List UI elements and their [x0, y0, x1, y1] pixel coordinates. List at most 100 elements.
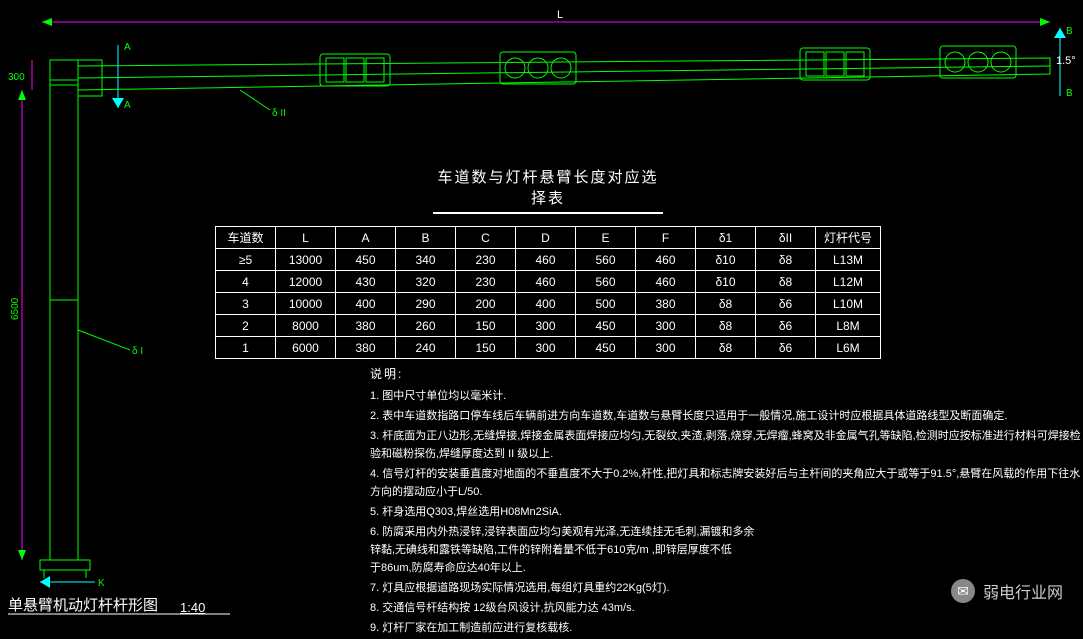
- table-header: L: [276, 227, 336, 249]
- table-cell: 8000: [276, 315, 336, 337]
- table-cell: 3: [216, 293, 276, 315]
- table-cell: L10M: [816, 293, 881, 315]
- table-cell: 6000: [276, 337, 336, 359]
- table-header: 车道数: [216, 227, 276, 249]
- table-row: 16000380240150300450300δ8δ6L6M: [216, 337, 881, 359]
- table-cell: 230: [456, 249, 516, 271]
- table-cell: δ6: [756, 293, 816, 315]
- note-item: 9. 灯杆厂家在加工制造前应进行复核载核.: [370, 619, 1083, 637]
- watermark-text: 弱电行业网: [983, 579, 1063, 603]
- signal-head-4: [940, 46, 1016, 78]
- note-item: 4. 信号灯杆的安装垂直度对地面的不垂直度不大于0.2%,杆性,把灯具和标志牌安…: [370, 465, 1083, 501]
- section-A-bot: A: [124, 100, 131, 111]
- table-cell: 380: [336, 337, 396, 359]
- table-title: 车道数与灯杆悬臂长度对应选择表: [433, 166, 663, 214]
- note-item: 1. 图中尺寸单位均以毫米计.: [370, 387, 1083, 405]
- table-cell: 400: [336, 293, 396, 315]
- delta1-label: δ I: [132, 346, 143, 357]
- table-cell: 150: [456, 315, 516, 337]
- table-header: δ1: [696, 227, 756, 249]
- table-header: δII: [756, 227, 816, 249]
- delta2-label: δ II: [272, 108, 286, 119]
- table-row: 28000380260150300450300δ8δ6L8M: [216, 315, 881, 337]
- table-cell: 10000: [276, 293, 336, 315]
- table-cell: δ8: [696, 315, 756, 337]
- table-cell: 460: [636, 249, 696, 271]
- dim-L: L: [557, 9, 563, 21]
- table-cell: 200: [456, 293, 516, 315]
- table-cell: L13M: [816, 249, 881, 271]
- signal-head-3: [800, 48, 870, 80]
- arm-angle: 1.5°: [1056, 55, 1076, 67]
- section-B-top: B: [1066, 26, 1073, 37]
- table-cell: 300: [516, 315, 576, 337]
- note-item: 2. 表中车道数指路口停车线后车辆前进方向车道数,车道数与悬臂长度只适用于一般情…: [370, 407, 1083, 425]
- table-cell: δ8: [756, 249, 816, 271]
- table-cell: 450: [576, 337, 636, 359]
- table-cell: δ8: [756, 271, 816, 293]
- table-cell: 500: [576, 293, 636, 315]
- table-cell: ≥5: [216, 249, 276, 271]
- table-cell: δ10: [696, 271, 756, 293]
- table-cell: 2: [216, 315, 276, 337]
- table-cell: 340: [396, 249, 456, 271]
- wechat-icon: ✉: [951, 579, 975, 603]
- table-row: ≥513000450340230460560460δ10δ8L13M: [216, 249, 881, 271]
- notes-title: 说明:: [370, 365, 1083, 383]
- drawing-scale: 1:40: [180, 600, 205, 615]
- table-cell: L6M: [816, 337, 881, 359]
- table-cell: 460: [636, 271, 696, 293]
- table-header: E: [576, 227, 636, 249]
- note-item: 3. 杆底面为正八边形,无缝焊接,焊接金属表面焊接应均匀,无裂纹,夹渣,剥落,烧…: [370, 427, 1083, 463]
- table-cell: 1: [216, 337, 276, 359]
- table-cell: 300: [636, 315, 696, 337]
- table-header: D: [516, 227, 576, 249]
- table-cell: δ6: [756, 315, 816, 337]
- table-cell: 290: [396, 293, 456, 315]
- table-cell: 13000: [276, 249, 336, 271]
- table-cell: 460: [516, 271, 576, 293]
- drawing-title: 单悬臂机动灯杆杆形图: [8, 594, 158, 615]
- table-cell: 230: [456, 271, 516, 293]
- table-header: B: [396, 227, 456, 249]
- section-B-bot: B: [1066, 88, 1073, 99]
- table-cell: δ8: [696, 337, 756, 359]
- table-cell: 240: [396, 337, 456, 359]
- section-K: K: [98, 578, 105, 589]
- table-cell: 150: [456, 337, 516, 359]
- table-cell: 380: [636, 293, 696, 315]
- dim-6500: 6500: [10, 297, 21, 320]
- table-cell: δ8: [696, 293, 756, 315]
- table-cell: L8M: [816, 315, 881, 337]
- signal-head-2: [500, 52, 576, 84]
- table-cell: 4: [216, 271, 276, 293]
- dim-300: 300: [8, 72, 25, 83]
- table-cell: 460: [516, 249, 576, 271]
- table-cell: 380: [336, 315, 396, 337]
- section-A-top: A: [124, 42, 131, 53]
- table-cell: 12000: [276, 271, 336, 293]
- table-header: F: [636, 227, 696, 249]
- table-header: C: [456, 227, 516, 249]
- table-cell: 300: [636, 337, 696, 359]
- note-item: 5. 杆身选用Q303,焊丝选用H08Mn2SiA.: [370, 503, 1083, 521]
- table-row: 412000430320230460560460δ10δ8L12M: [216, 271, 881, 293]
- table-header: A: [336, 227, 396, 249]
- table-cell: 560: [576, 271, 636, 293]
- table-cell: δ6: [756, 337, 816, 359]
- table-cell: 320: [396, 271, 456, 293]
- watermark: ✉ 弱电行业网: [951, 579, 1063, 603]
- table-cell: 450: [576, 315, 636, 337]
- table-row: 310000400290200400500380δ8δ6L10M: [216, 293, 881, 315]
- table-cell: δ10: [696, 249, 756, 271]
- selection-table: 车道数与灯杆悬臂长度对应选择表 车道数LABCDEFδ1δII灯杆代号 ≥513…: [215, 166, 881, 359]
- table-cell: 400: [516, 293, 576, 315]
- lane-arm-table: 车道数LABCDEFδ1δII灯杆代号 ≥5130004503402304605…: [215, 226, 881, 359]
- table-cell: 260: [396, 315, 456, 337]
- table-cell: 300: [516, 337, 576, 359]
- table-cell: L12M: [816, 271, 881, 293]
- note-item: 6. 防腐采用内外热浸锌,浸锌表面应均匀美观有光泽,无连续挂无毛刺,漏镀和多余 …: [370, 523, 1083, 577]
- table-cell: 430: [336, 271, 396, 293]
- table-cell: 560: [576, 249, 636, 271]
- table-cell: 450: [336, 249, 396, 271]
